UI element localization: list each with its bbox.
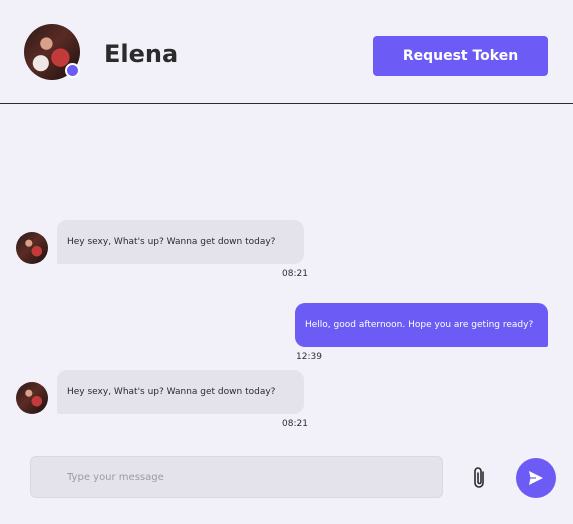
sender-avatar (16, 232, 48, 264)
message-bubble-incoming: Hey sexy, What's up? Wanna get down toda… (57, 370, 304, 414)
attach-button[interactable] (466, 464, 494, 492)
message-bubble-outgoing: Hello, good afternoon. Hope you are geti… (295, 303, 548, 347)
send-button[interactable] (516, 458, 556, 498)
chat-header: Elena Request Token (0, 0, 573, 104)
message-input[interactable] (31, 457, 442, 497)
message-timestamp: 08:21 (282, 269, 308, 279)
message-bubble-incoming: Hey sexy, What's up? Wanna get down toda… (57, 220, 304, 264)
paperclip-icon (474, 467, 484, 488)
message-composer (30, 456, 443, 498)
request-token-button[interactable]: Request Token (373, 36, 548, 76)
message-timestamp: 12:39 (296, 352, 322, 362)
message-timestamp: 08:21 (282, 419, 308, 429)
contact-name: Elena (104, 40, 179, 68)
online-status-dot (65, 63, 80, 78)
send-icon (529, 471, 543, 485)
sender-avatar (16, 382, 48, 414)
